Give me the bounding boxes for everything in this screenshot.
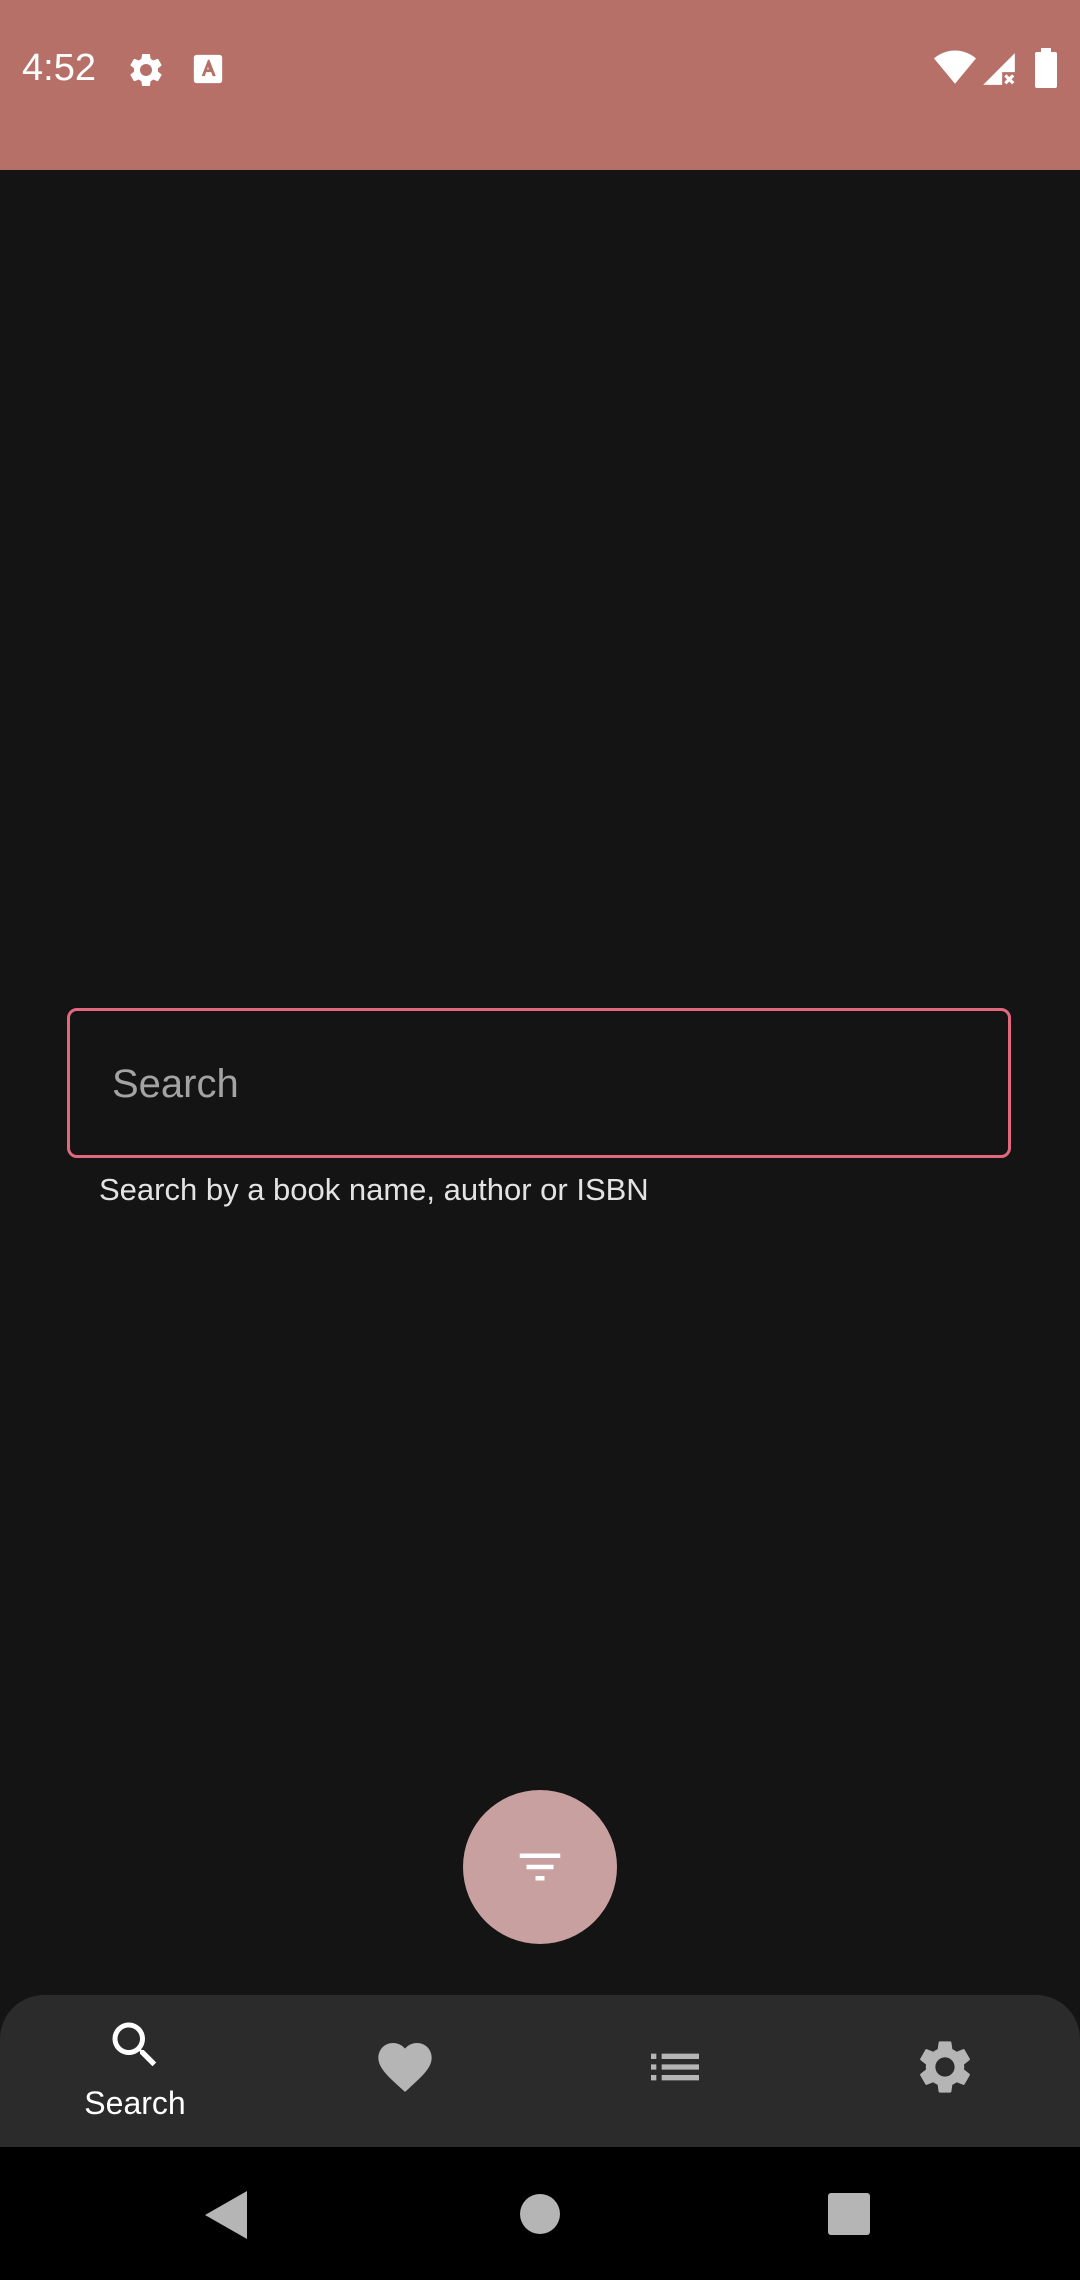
filter-icon xyxy=(519,1853,561,1881)
nav-label-search: Search xyxy=(84,2085,186,2121)
settings-icon xyxy=(130,53,162,86)
recents-icon[interactable] xyxy=(828,2193,870,2235)
search-field[interactable] xyxy=(67,1008,1011,1158)
search-input[interactable] xyxy=(110,1011,974,1157)
status-time: 4:52 xyxy=(22,47,96,89)
text-a-icon xyxy=(193,54,223,84)
main-content: Search by a book name, author or ISBN xyxy=(0,170,1080,1995)
status-bar: 4:52 xyxy=(0,0,1080,170)
system-navigation-bar xyxy=(0,2147,1080,2280)
search-helper-text: Search by a book name, author or ISBN xyxy=(99,1172,649,1207)
list-icon xyxy=(651,2053,699,2081)
nav-item-search[interactable]: Search xyxy=(0,1995,270,2147)
nav-item-favorites[interactable] xyxy=(270,1995,540,2147)
wifi-icon xyxy=(934,50,976,84)
heart-icon xyxy=(378,2043,432,2092)
battery-icon xyxy=(1035,48,1057,88)
filter-fab-button[interactable] xyxy=(463,1790,617,1944)
signal-icon xyxy=(983,53,1015,85)
back-icon[interactable] xyxy=(205,2191,249,2239)
nav-item-list[interactable] xyxy=(540,1995,810,2147)
home-icon[interactable] xyxy=(519,2193,561,2235)
gear-icon xyxy=(920,2041,970,2093)
nav-item-settings[interactable] xyxy=(810,1995,1080,2147)
search-icon xyxy=(112,2022,157,2067)
bottom-navigation: Search xyxy=(0,1995,1080,2147)
